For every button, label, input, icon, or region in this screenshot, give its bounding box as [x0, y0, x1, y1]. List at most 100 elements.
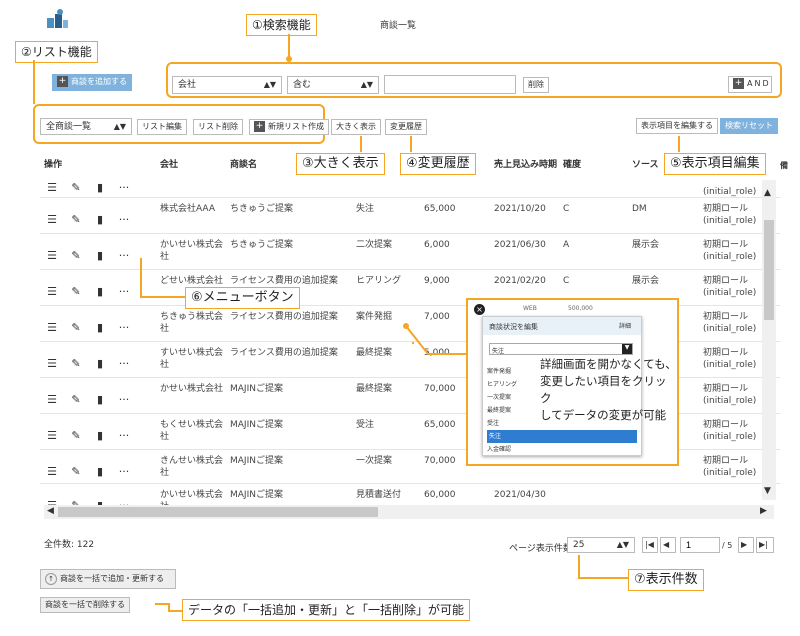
cell-conf[interactable]: C	[563, 275, 569, 287]
table-row[interactable]	[40, 197, 780, 198]
pencil-icon[interactable]: ✎	[64, 249, 88, 262]
cell-status[interactable]: 案件発掘	[356, 311, 392, 323]
table-row[interactable]	[40, 483, 780, 484]
more-icon[interactable]: ···	[112, 285, 136, 298]
cell-deal[interactable]: ライセンス費用の追加提案	[230, 275, 348, 287]
trash-icon[interactable]: ▮	[88, 181, 112, 194]
cell-amount[interactable]: 65,000	[424, 203, 456, 215]
cell-deal[interactable]: MAJINご提案	[230, 383, 348, 395]
cell-company[interactable]: もくせい株式会社	[160, 419, 224, 443]
cell-company[interactable]: どせい株式会社	[160, 275, 224, 287]
menu-lines-icon[interactable]: ☰	[40, 357, 64, 370]
menu-lines-icon[interactable]: ☰	[40, 465, 64, 478]
more-icon[interactable]: ···	[112, 465, 136, 478]
more-icon[interactable]: ···	[112, 181, 136, 194]
cell-role[interactable]: 初期ロール (initial_role)	[703, 419, 756, 443]
status-option[interactable]: 入金確認	[487, 443, 637, 456]
first-page-button[interactable]: |◀	[642, 537, 658, 553]
scroll-right-icon[interactable]: ▶	[760, 506, 767, 516]
more-icon[interactable]: ···	[112, 213, 136, 226]
cell-amount[interactable]: 60,000	[424, 489, 456, 501]
menu-lines-icon[interactable]: ☰	[40, 285, 64, 298]
pencil-icon[interactable]: ✎	[64, 393, 88, 406]
trash-icon[interactable]: ▮	[88, 249, 112, 262]
menu-lines-icon[interactable]: ☰	[40, 181, 64, 194]
cell-status[interactable]: ヒアリング	[356, 275, 401, 287]
cell-role[interactable]: 初期ロール (initial_role)	[703, 311, 756, 335]
new-list-button[interactable]: + 新規リスト作成	[249, 119, 329, 135]
cell-status[interactable]: 失注	[356, 203, 374, 215]
cell-deal[interactable]: ライセンス費用の追加提案	[230, 347, 348, 359]
menu-lines-icon[interactable]: ☰	[40, 429, 64, 442]
pencil-icon[interactable]: ✎	[64, 181, 88, 194]
cell-deal[interactable]: MAJINご提案	[230, 489, 348, 501]
bulk-delete-button[interactable]: 商談を一括で削除する	[40, 597, 130, 613]
cell-source[interactable]: 展示会	[632, 275, 659, 287]
cell-status[interactable]: 一次提案	[356, 455, 392, 467]
cell-role[interactable]: 初期ロール (initial_role)	[703, 239, 756, 263]
table-row[interactable]	[40, 269, 780, 270]
more-icon[interactable]: ···	[112, 321, 136, 334]
status-option-selected[interactable]: 失注	[487, 430, 637, 443]
pencil-icon[interactable]: ✎	[64, 465, 88, 478]
cell-deal[interactable]: MAJINご提案	[230, 455, 348, 467]
filter-delete-button[interactable]: 削除	[523, 77, 549, 93]
cell-deal[interactable]: MAJINご提案	[230, 419, 348, 431]
cell-company[interactable]: かいせい株式会社	[160, 239, 224, 263]
table-row[interactable]	[40, 233, 780, 234]
more-icon[interactable]: ···	[112, 393, 136, 406]
cell-status[interactable]: 見積書送付	[356, 489, 401, 501]
cell-date[interactable]: 2021/04/30	[494, 489, 546, 501]
menu-lines-icon[interactable]: ☰	[40, 321, 64, 334]
pencil-icon[interactable]: ✎	[64, 429, 88, 442]
trash-icon[interactable]: ▮	[88, 465, 112, 478]
menu-lines-icon[interactable]: ☰	[40, 213, 64, 226]
cell-company[interactable]: 株式会社AAA	[160, 203, 224, 215]
cell-conf[interactable]: A	[563, 239, 569, 251]
cell-company[interactable]: きんせい株式会社	[160, 455, 224, 479]
vertical-scrollbar[interactable]	[762, 180, 776, 500]
trash-icon[interactable]: ▮	[88, 285, 112, 298]
reset-search-button[interactable]: 検索リセット	[720, 118, 778, 134]
column-header-source[interactable]: ソース	[632, 157, 659, 170]
trash-icon[interactable]: ▮	[88, 213, 112, 226]
pencil-icon[interactable]: ✎	[64, 321, 88, 334]
cell-amount[interactable]: 6,000	[424, 239, 450, 251]
cell-deal[interactable]: ライセンス費用の追加提案	[230, 311, 348, 323]
cell-deal[interactable]: ちきゅうご提案	[230, 203, 348, 215]
filter-operator-select[interactable]: 含む ▲▼	[287, 76, 379, 94]
trash-icon[interactable]: ▮	[88, 429, 112, 442]
close-icon[interactable]: ×	[474, 304, 485, 315]
more-icon[interactable]: ···	[112, 429, 136, 442]
cell-amount[interactable]: 70,000	[424, 455, 456, 467]
cell-date[interactable]: 2021/02/20	[494, 275, 546, 287]
cell-role[interactable]: 初期ロール (initial_role)	[703, 347, 756, 371]
filter-field-select[interactable]: 会社 ▲▼	[172, 76, 282, 94]
scroll-up-icon[interactable]: ▲	[764, 188, 771, 198]
column-header-company[interactable]: 会社	[160, 157, 178, 170]
trash-icon[interactable]: ▮	[88, 321, 112, 334]
bigger-view-button[interactable]: 大きく表示	[331, 119, 381, 135]
cell-amount[interactable]: 9,000	[424, 275, 450, 287]
more-icon[interactable]: ···	[112, 357, 136, 370]
cell-date[interactable]: 2021/06/30	[494, 239, 546, 251]
cell-company[interactable]: ちきゅう株式会社	[160, 311, 224, 335]
history-button[interactable]: 変更履歴	[385, 119, 427, 135]
cell-role[interactable]: 初期ロール (initial_role)	[703, 455, 756, 479]
menu-lines-icon[interactable]: ☰	[40, 249, 64, 262]
cell-status[interactable]: 最終提案	[356, 347, 392, 359]
cell-status[interactable]: 最終提案	[356, 383, 392, 395]
page-input[interactable]	[680, 537, 720, 553]
add-deal-button[interactable]: + 商談を追加する	[52, 74, 132, 91]
list-select[interactable]: 全商談一覧 ▲▼	[40, 118, 132, 135]
cell-status[interactable]: 二次提案	[356, 239, 392, 251]
column-header-date[interactable]: 売上見込み時期	[494, 157, 557, 170]
cell-source[interactable]: 展示会	[632, 239, 659, 251]
column-header-confidence[interactable]: 確度	[563, 157, 581, 170]
cell-deal[interactable]: ちきゅうご提案	[230, 239, 348, 251]
scroll-left-icon[interactable]: ◀	[47, 506, 54, 516]
more-icon[interactable]: ···	[112, 249, 136, 262]
pencil-icon[interactable]: ✎	[64, 213, 88, 226]
trash-icon[interactable]: ▮	[88, 393, 112, 406]
horizontal-scrollbar[interactable]	[44, 505, 774, 519]
